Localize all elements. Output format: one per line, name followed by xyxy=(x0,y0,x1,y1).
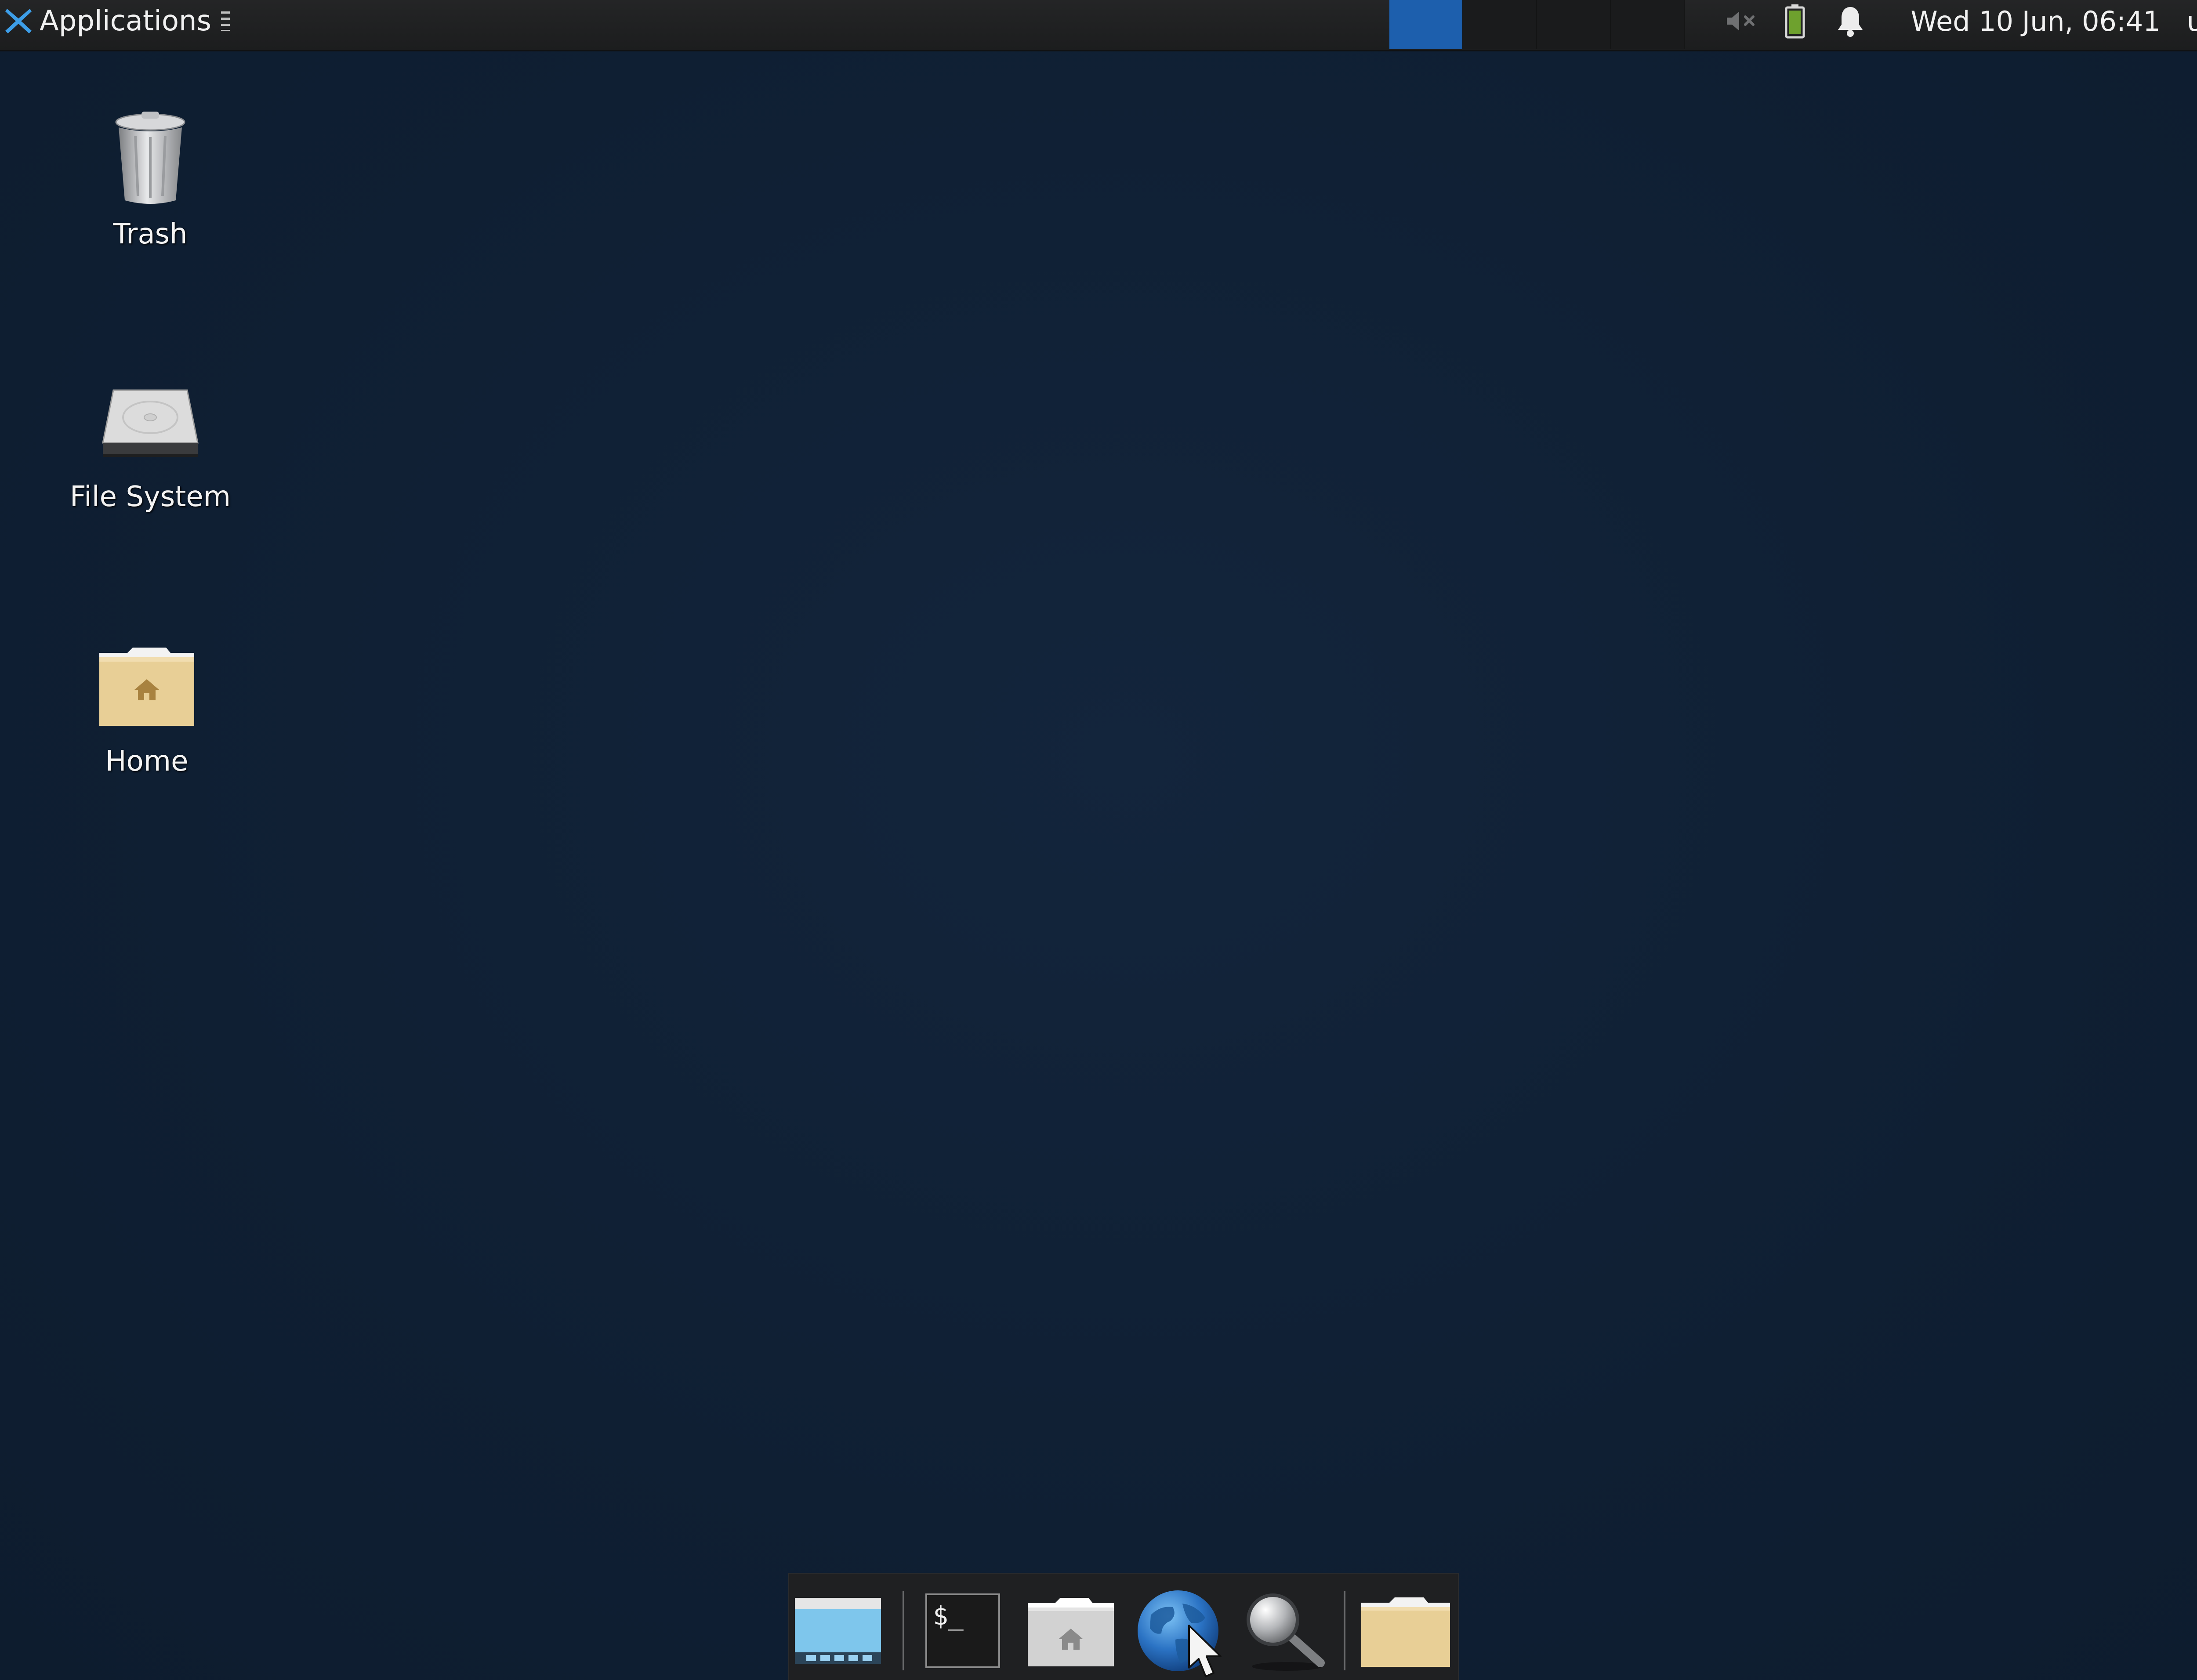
dock-separator xyxy=(903,1591,904,1670)
volume-muted-icon[interactable] xyxy=(1724,10,1759,33)
show-desktop-icon xyxy=(793,1593,883,1668)
dock-separator xyxy=(1344,1591,1345,1670)
hard-drive-icon xyxy=(98,368,203,474)
workspace-4-button[interactable] xyxy=(1611,0,1685,49)
panel-grip-handle[interactable] xyxy=(221,11,230,31)
desktop-icon-label: Home xyxy=(105,745,189,778)
home-folder-icon xyxy=(94,633,199,738)
trash-icon xyxy=(98,105,203,211)
dock-web-browser-button[interactable] xyxy=(1132,1587,1224,1675)
desktop-icon-label: Trash xyxy=(113,218,188,250)
dock-show-desktop-button[interactable] xyxy=(792,1587,884,1675)
battery-icon[interactable] xyxy=(1780,4,1810,39)
terminal-icon: $_ xyxy=(925,1593,1001,1669)
dock-file-manager-button[interactable] xyxy=(1025,1587,1117,1675)
desktop-icon-trash[interactable]: Trash xyxy=(49,105,251,250)
app-finder-icon xyxy=(1243,1589,1331,1673)
clock[interactable]: Wed 10 Jun, 06:41 xyxy=(1911,5,2160,37)
desktop-icon-file-system[interactable]: File System xyxy=(49,368,251,513)
applications-menu-button[interactable]: Applications xyxy=(0,0,232,42)
system-tray: Wed 10 Jun, 06:41 user xyxy=(1724,0,2197,42)
terminal-prompt-text: $_ xyxy=(933,1601,964,1631)
xfce-logo-icon xyxy=(3,5,34,37)
workspace-3-button[interactable] xyxy=(1537,0,1611,49)
top-panel: Applications Wed 10 Jun, 06:41 u xyxy=(0,0,2197,51)
bottom-dock: $_ xyxy=(788,1573,1459,1680)
desktop-icon-home[interactable]: Home xyxy=(46,633,248,778)
folder-icon xyxy=(1360,1593,1452,1669)
file-manager-icon xyxy=(1026,1593,1116,1668)
workspace-1-button[interactable] xyxy=(1389,0,1463,49)
desktop[interactable]: Applications Wed 10 Jun, 06:41 u Trash F… xyxy=(0,0,2197,1680)
web-browser-icon xyxy=(1135,1588,1221,1674)
user-menu[interactable]: user xyxy=(2187,5,2197,37)
desktop-icon-label: File System xyxy=(69,481,231,513)
workspace-switcher xyxy=(1389,0,1685,49)
dock-directory-button[interactable] xyxy=(1360,1587,1452,1675)
notification-bell-icon[interactable] xyxy=(1835,4,1866,38)
applications-label: Applications xyxy=(40,5,211,37)
workspace-2-button[interactable] xyxy=(1463,0,1537,49)
dock-terminal-button[interactable]: $_ xyxy=(917,1587,1009,1675)
dock-app-finder-button[interactable] xyxy=(1241,1587,1333,1675)
